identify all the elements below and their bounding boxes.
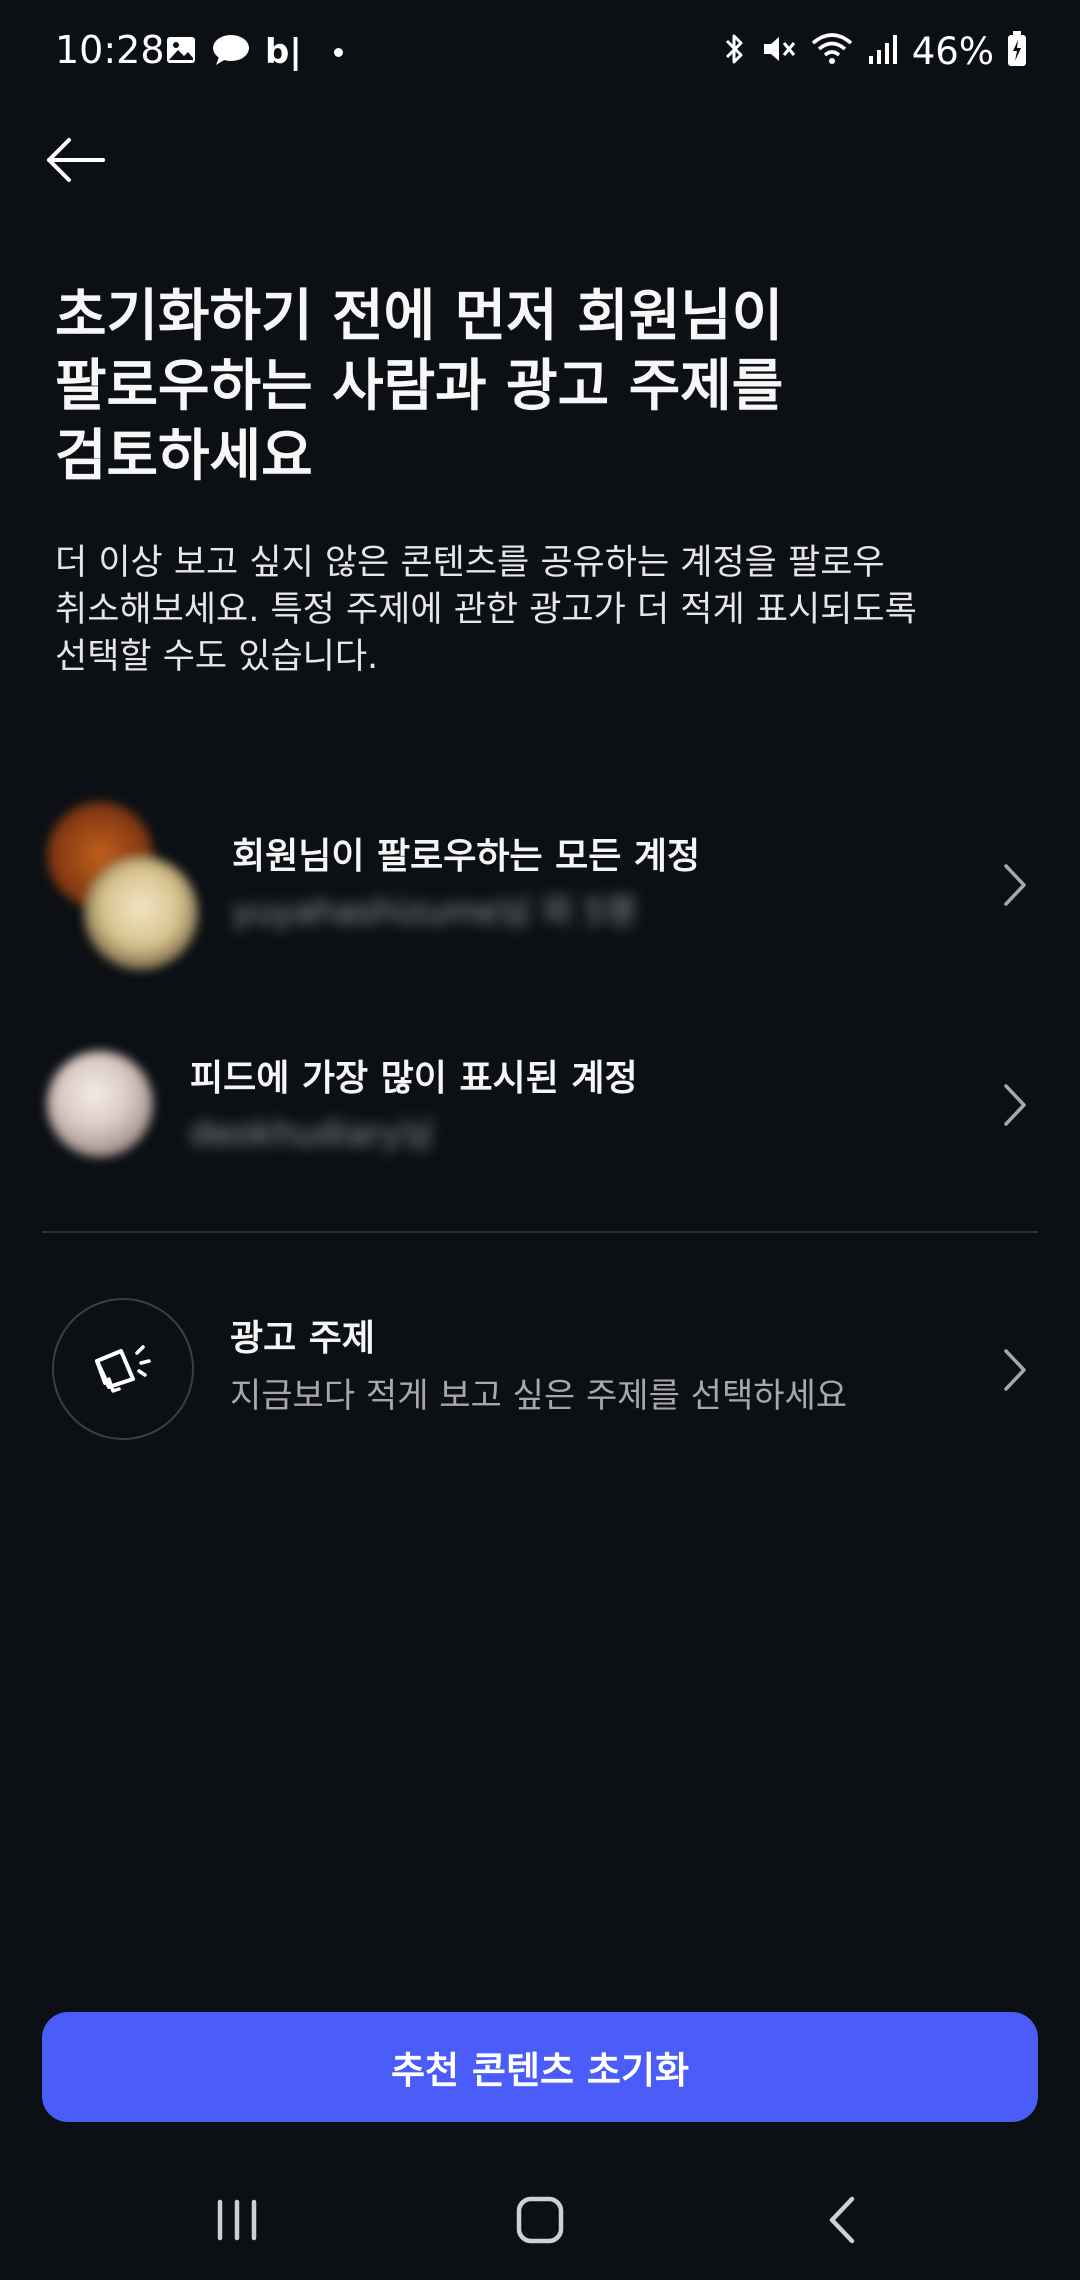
chevron-right-icon	[1004, 1084, 1026, 1126]
thread-app-icon	[211, 33, 251, 71]
arrow-left-icon	[43, 136, 107, 188]
row-subtitle: deokhudiary님	[190, 1114, 434, 1154]
status-app-text: b|	[265, 32, 302, 72]
back-button[interactable]	[40, 130, 110, 194]
megaphone-icon	[91, 1339, 155, 1399]
status-time: 10:28	[55, 28, 165, 72]
signal-icon	[866, 32, 900, 70]
system-nav-bar	[0, 2160, 1080, 2280]
system-icons: 46%	[722, 28, 1028, 74]
recent-apps-button[interactable]	[197, 2182, 277, 2258]
nav-back-button[interactable]	[802, 2182, 882, 2258]
page-title: 초기화하기 전에 먼저 회원님이 팔로우하는 사람과 광고 주제를 검토하세요	[55, 284, 784, 489]
row-title: 회원님이 팔로우하는 모든 계정	[232, 836, 701, 877]
followed-accounts-row[interactable]: 회원님이 팔로우하는 모든 계정 yuyahashizume님 외 5명	[0, 790, 1080, 980]
ad-topics-icon-container	[52, 1298, 194, 1440]
bluetooth-icon	[722, 31, 748, 71]
divider	[42, 1231, 1038, 1233]
recent-apps-icon	[217, 2199, 257, 2241]
gallery-icon	[165, 34, 197, 70]
row-title: 광고 주제	[230, 1318, 376, 1359]
ad-topics-row[interactable]: 광고 주제 지금보다 적게 보고 싶은 주제를 선택하세요	[0, 1290, 1080, 1450]
status-bar: 10:28 b| 46%	[0, 0, 1080, 100]
row-title: 피드에 가장 많이 표시된 계정	[190, 1058, 638, 1099]
wifi-icon	[810, 31, 854, 71]
chevron-right-icon	[1004, 1349, 1026, 1391]
battery-percent: 46%	[911, 29, 994, 73]
home-icon	[516, 2196, 564, 2244]
avatar	[84, 856, 198, 970]
back-icon	[829, 2196, 855, 2244]
reset-suggested-content-button[interactable]: 추천 콘텐츠 초기화	[42, 2012, 1038, 2122]
notification-dot	[333, 47, 343, 57]
avatar	[47, 1051, 153, 1157]
row-subtitle: yuyahashizume님 외 5명	[232, 892, 637, 932]
mute-icon	[760, 31, 798, 71]
home-button[interactable]	[500, 2182, 580, 2258]
notification-icons: b|	[165, 30, 343, 74]
page-description: 더 이상 보고 싶지 않은 콘텐츠를 공유하는 계정을 팔로우 취소해보세요. …	[55, 543, 917, 677]
chevron-right-icon	[1004, 864, 1026, 906]
battery-icon	[1006, 30, 1028, 72]
most-shown-accounts-row[interactable]: 피드에 가장 많이 표시된 계정 deokhudiary님	[0, 1030, 1080, 1190]
row-subtitle: 지금보다 적게 보고 싶은 주제를 선택하세요	[230, 1376, 848, 1416]
